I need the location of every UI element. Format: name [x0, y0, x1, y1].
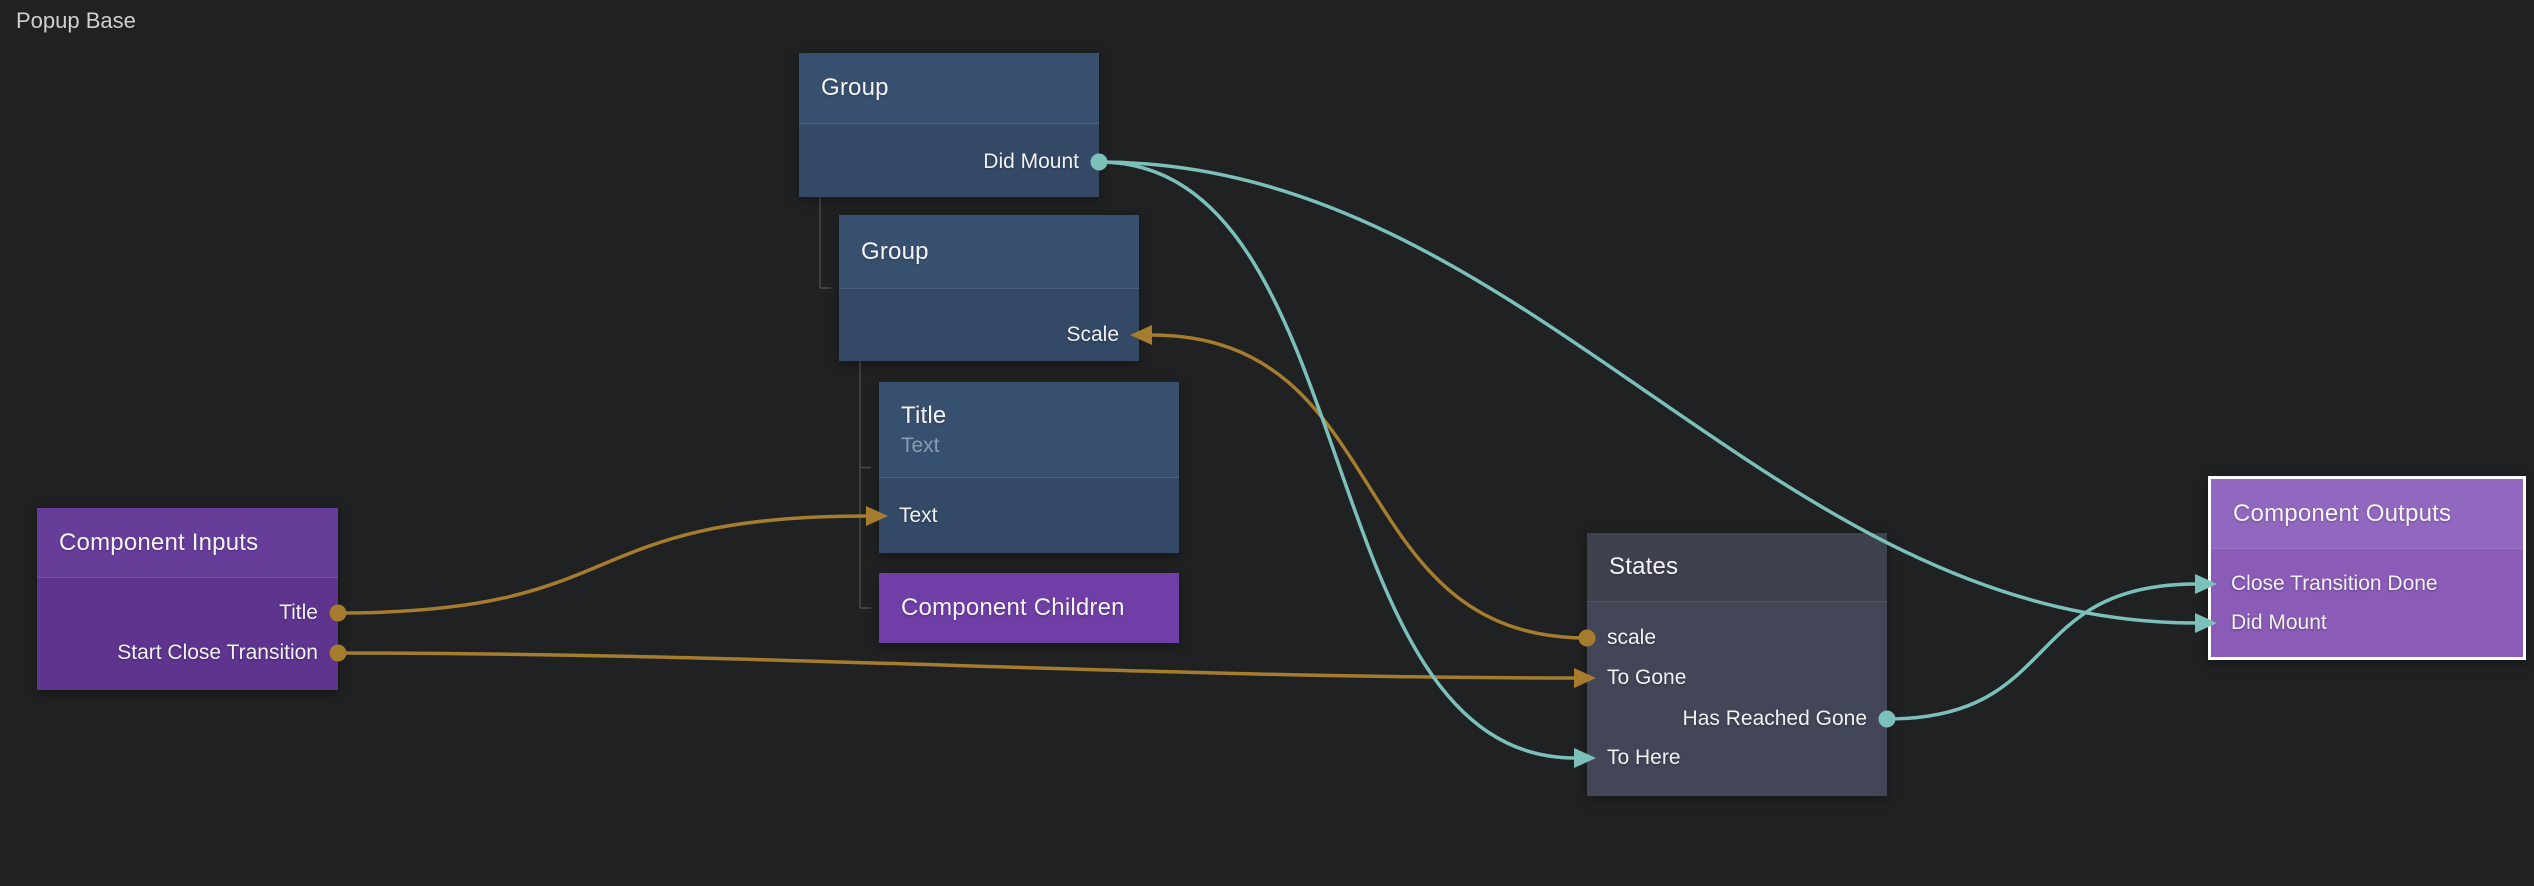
- node-group-2[interactable]: Group Scale: [839, 215, 1139, 361]
- node-header: States: [1587, 533, 1887, 602]
- node-subtitle: Text: [901, 434, 1179, 458]
- node-header: Component Inputs: [37, 508, 338, 578]
- port-label-title: Title: [279, 598, 318, 628]
- node-component-inputs[interactable]: Component Inputs Title Start Close Transit…: [37, 508, 338, 690]
- node-header: Component Outputs: [2211, 479, 2523, 549]
- port-label-has-reached-gone: Has Reached Gone: [1683, 704, 1867, 734]
- port-label-to-gone: To Gone: [1607, 663, 1686, 693]
- node-header: Group: [839, 215, 1139, 289]
- node-title: Component Inputs: [59, 529, 338, 557]
- node-header: Component Children: [879, 573, 1179, 643]
- hierarchy-connector: [820, 197, 831, 288]
- node-title: Component Children: [901, 594, 1179, 622]
- port-label-start-close-transition: Start Close Transition: [117, 638, 318, 668]
- port-label-did-mount: Did Mount: [983, 147, 1079, 177]
- hierarchy-lines-layer: [0, 0, 2534, 886]
- node-title: States: [1609, 553, 1887, 581]
- canvas-title: Popup Base: [16, 8, 136, 34]
- port-label-text: Text: [899, 501, 938, 531]
- node-header: Title Text: [879, 382, 1179, 478]
- node-title[interactable]: Title Text Text: [879, 382, 1179, 553]
- port-label-scale: Scale: [1066, 320, 1119, 350]
- node-title: Title: [901, 402, 1179, 430]
- port-label-did-mount: Did Mount: [2231, 608, 2327, 638]
- hierarchy-connector: [860, 361, 871, 608]
- node-title: Group: [861, 238, 1139, 266]
- node-states[interactable]: States scale To Gone Has Reached GoneTo Her…: [1587, 533, 1887, 796]
- node-component-children[interactable]: Component Children: [879, 573, 1179, 643]
- node-title: Group: [821, 74, 1099, 102]
- node-component-outputs[interactable]: Component Outputs Close Transition Done Di…: [2208, 476, 2526, 660]
- port-label-scale: scale: [1607, 623, 1656, 653]
- port-label-to-here: To Here: [1607, 743, 1681, 773]
- node-canvas[interactable]: Group Did Mount Group Scale Title Text Text Com…: [0, 0, 2534, 886]
- node-group-1[interactable]: Group Did Mount: [799, 53, 1099, 197]
- node-title: Component Outputs: [2233, 500, 2523, 528]
- node-header: Group: [799, 53, 1099, 124]
- port-label-close-transition-done: Close Transition Done: [2231, 569, 2438, 599]
